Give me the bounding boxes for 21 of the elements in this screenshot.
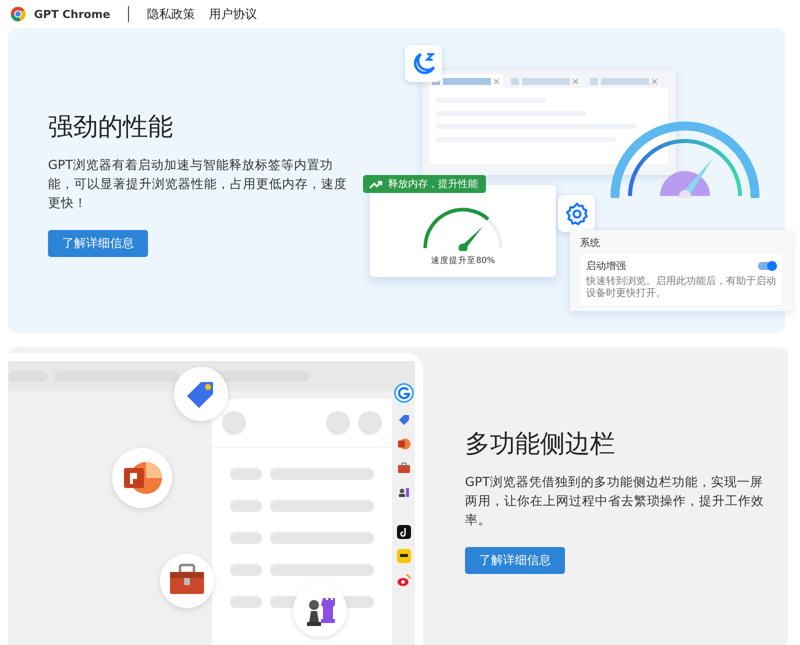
close-icon bbox=[494, 78, 499, 84]
tab-favicon-icon bbox=[511, 78, 519, 84]
close-icon bbox=[652, 78, 657, 84]
section-description: GPT浏览器有着启动加速与智能释放标签等内置功能，可以显著提升浏览器性能，占用更低内存，速度更快！ bbox=[48, 156, 348, 212]
close-icon bbox=[573, 78, 578, 84]
learn-more-button[interactable]: 了解详细信息 bbox=[465, 547, 565, 574]
settings-title: 系统 bbox=[580, 236, 601, 250]
option-description: 快速转到浏览。启用此功能后，有助于启动设备时更快打开。 bbox=[586, 276, 776, 300]
header-link[interactable]: 用户协议 bbox=[209, 6, 258, 22]
memory-badge: 释放内存，提升性能 bbox=[363, 175, 486, 193]
option-label: 启动增强 bbox=[586, 260, 626, 273]
section-description: GPT浏览器凭借独到的多功能侧边栏功能，实现一屏两用，让你在上网过程中省去繁琐操作，提升工作效率。 bbox=[465, 473, 765, 529]
tab-favicon-icon bbox=[590, 78, 598, 84]
toggle-switch[interactable] bbox=[758, 262, 776, 270]
browser-logo-icon bbox=[10, 6, 26, 22]
section-title: 强劲的性能 bbox=[48, 111, 174, 143]
header-link[interactable]: 隐私政策 bbox=[147, 6, 196, 22]
section-title: 多功能侧边栏 bbox=[465, 428, 616, 460]
gauge-caption: 速度提升至80% bbox=[431, 255, 495, 267]
brand-name: GPT Chrome bbox=[34, 8, 110, 20]
learn-more-button[interactable]: 了解详细信息 bbox=[48, 230, 148, 257]
